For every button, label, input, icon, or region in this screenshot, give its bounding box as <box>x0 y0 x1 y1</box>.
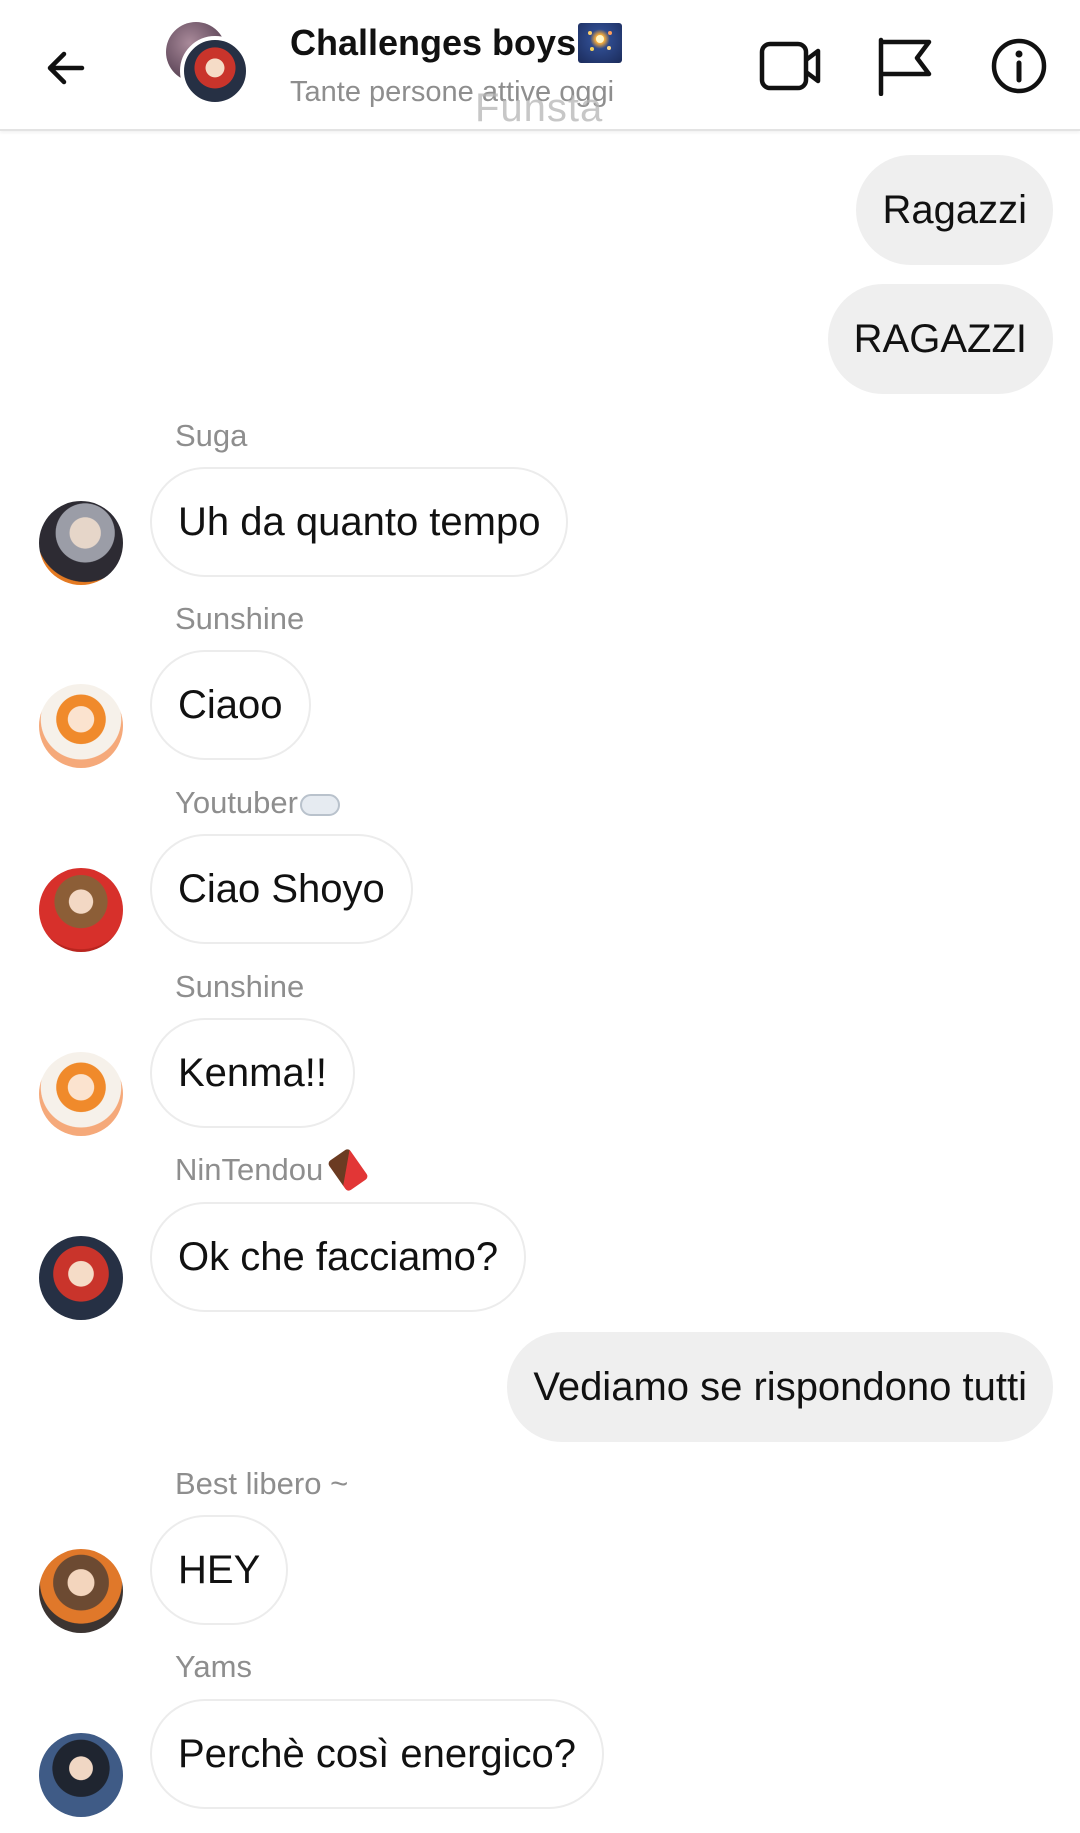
incoming-message[interactable]: Ok che facciamo? <box>150 1202 527 1312</box>
video-call-icon <box>759 41 821 91</box>
video-call-button[interactable] <box>757 32 825 100</box>
sender-name: Sunshine <box>175 969 304 1005</box>
chat-title-text: Challenges boys <box>290 22 577 63</box>
group-avatar[interactable] <box>162 20 252 106</box>
outgoing-message[interactable]: Ragazzi <box>856 155 1053 265</box>
outgoing-message[interactable]: Vediamo se rispondono tutti <box>507 1332 1053 1442</box>
incoming-message[interactable]: HEY <box>150 1515 289 1625</box>
sender-name: Yams <box>175 1649 252 1685</box>
cloud-emoji-icon <box>299 794 340 816</box>
report-flag-button[interactable] <box>870 32 938 100</box>
avatar[interactable] <box>39 1052 123 1136</box>
incoming-message[interactable]: Perchè così energico? <box>150 1699 605 1809</box>
incoming-message[interactable]: Kenma!! <box>150 1018 355 1128</box>
fireworks-emoji-icon <box>578 23 623 63</box>
sender-name: Suga <box>175 418 247 454</box>
info-button[interactable] <box>985 32 1053 100</box>
sender-name-text: Suga <box>175 418 248 453</box>
info-icon <box>991 38 1047 94</box>
avatar[interactable] <box>39 868 123 952</box>
chocolate-emoji-icon <box>327 1147 370 1193</box>
message-text: HEY <box>178 1547 261 1592</box>
message-text: Ciao Shoyo <box>178 866 385 911</box>
back-arrow-icon <box>47 51 85 85</box>
sender-name-text: Sunshine <box>175 969 305 1004</box>
message-text: Ragazzi <box>882 187 1027 232</box>
sender-name: Sunshine <box>175 601 304 637</box>
sender-name: Youtuber <box>175 785 340 821</box>
back-button[interactable] <box>38 40 94 96</box>
avatar[interactable] <box>39 1733 123 1817</box>
sender-name-text: Yams <box>175 1649 252 1684</box>
message-text: RAGAZZI <box>853 316 1027 361</box>
chat-title[interactable]: Challenges boys <box>290 22 623 64</box>
sender-name-text: Youtuber <box>175 785 298 820</box>
flag-icon <box>878 37 932 96</box>
sender-name: Best libero ~ <box>175 1466 348 1502</box>
sender-name-text: Sunshine <box>175 601 305 636</box>
group-avatar-front <box>180 36 250 106</box>
avatar[interactable] <box>39 684 123 768</box>
message-text: Ciaoo <box>178 682 283 727</box>
message-text: Vediamo se rispondono tutti <box>533 1364 1027 1409</box>
chat-header: Challenges boys Tante persone attive ogg… <box>0 0 1080 131</box>
avatar[interactable] <box>39 1236 123 1320</box>
incoming-message[interactable]: Ciaoo <box>150 650 311 760</box>
sender-name-text: NinTendou <box>175 1152 324 1187</box>
sender-name: NinTendou <box>175 1147 370 1193</box>
message-text: Ok che facciamo? <box>178 1234 499 1279</box>
avatar[interactable] <box>39 1549 123 1633</box>
message-text: Uh da quanto tempo <box>178 499 541 544</box>
message-list[interactable]: Ragazzi RAGAZZI Suga Uh da quanto tempo … <box>0 131 1080 1833</box>
message-text: Kenma!! <box>178 1050 327 1095</box>
sender-name-text: Best libero ~ <box>175 1466 349 1501</box>
outgoing-message[interactable]: RAGAZZI <box>827 284 1053 394</box>
message-text: Perchè così energico? <box>178 1731 577 1776</box>
incoming-message[interactable]: Uh da quanto tempo <box>150 467 569 577</box>
avatar[interactable] <box>39 501 123 585</box>
incoming-message[interactable]: Ciao Shoyo <box>150 834 413 944</box>
watermark: Funsta <box>475 86 604 130</box>
